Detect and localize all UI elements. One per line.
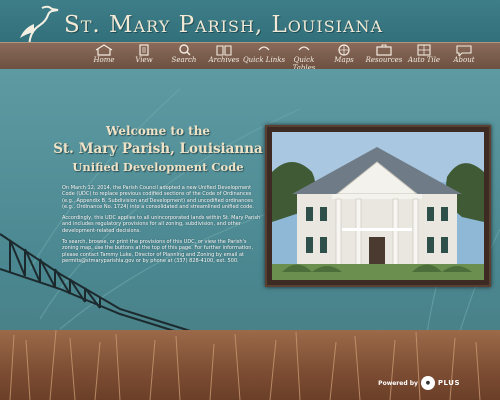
- nav-auto-tile[interactable]: Auto Tile: [402, 43, 446, 69]
- nav-home-label: Home: [93, 56, 115, 64]
- welcome-heading: Welcome to the St. Mary Parish, Louisian…: [52, 124, 264, 174]
- site-header: St. Mary Parish, Louisiana: [0, 0, 500, 61]
- tile-icon: [417, 44, 431, 56]
- nav-resources-label: Resources: [365, 56, 403, 64]
- encode-logo-icon: ●: [420, 376, 435, 390]
- site-title[interactable]: St. Mary Parish, Louisiana: [64, 12, 383, 38]
- nav-quick-tables[interactable]: Quick Tables: [282, 43, 326, 72]
- nav-about[interactable]: About: [442, 43, 486, 69]
- nav-quick-links-label: Quick Links: [242, 56, 286, 64]
- document-icon: [139, 44, 149, 56]
- nav-search[interactable]: Search: [162, 43, 206, 69]
- intro-paragraph-1: On March 12, 2014, the Parish Council ad…: [62, 185, 254, 210]
- speech-bubble-icon: [456, 45, 472, 56]
- nav-home[interactable]: Home: [82, 43, 126, 69]
- nav-maps-label: Maps: [334, 56, 354, 64]
- globe-icon: [338, 44, 350, 56]
- books-icon: [216, 45, 232, 56]
- nav-auto-tile-label: Auto Tile: [407, 56, 441, 64]
- house-icon: [95, 44, 113, 56]
- nav-search-label: Search: [171, 56, 197, 64]
- nav-about-label: About: [453, 56, 475, 64]
- nav-archives[interactable]: Archives: [202, 43, 246, 69]
- nav-resources[interactable]: Resources: [362, 43, 406, 69]
- welcome-line-2: St. Mary Parish, Louisianna: [53, 141, 263, 157]
- links-icon: [258, 46, 270, 51]
- nav-view-label: View: [135, 56, 153, 64]
- welcome-line-3: Unified Development Code: [72, 160, 244, 174]
- nav-archives-label: Archives: [208, 56, 240, 64]
- main-content: Welcome to the St. Mary Parish, Louisian…: [0, 69, 500, 400]
- plantation-house-photo-frame: [265, 125, 491, 287]
- main-navigation: Home View Search Archives Quick Links Qu…: [0, 42, 500, 72]
- powered-by-label: Powered by: [378, 379, 418, 387]
- powered-by-brand: PLUS: [437, 379, 460, 387]
- magnifier-icon: [179, 44, 191, 56]
- nav-view[interactable]: View: [122, 43, 166, 69]
- briefcase-icon: [376, 44, 392, 56]
- nav-maps[interactable]: Maps: [322, 43, 366, 69]
- powered-by[interactable]: Powered by ● PLUS: [378, 376, 460, 390]
- welcome-line-1: Welcome to the: [105, 124, 211, 138]
- bridge-silhouette-icon: [0, 233, 201, 340]
- plantation-house-photo: [272, 132, 484, 280]
- nav-quick-links[interactable]: Quick Links: [242, 43, 286, 69]
- tables-icon: [298, 46, 310, 51]
